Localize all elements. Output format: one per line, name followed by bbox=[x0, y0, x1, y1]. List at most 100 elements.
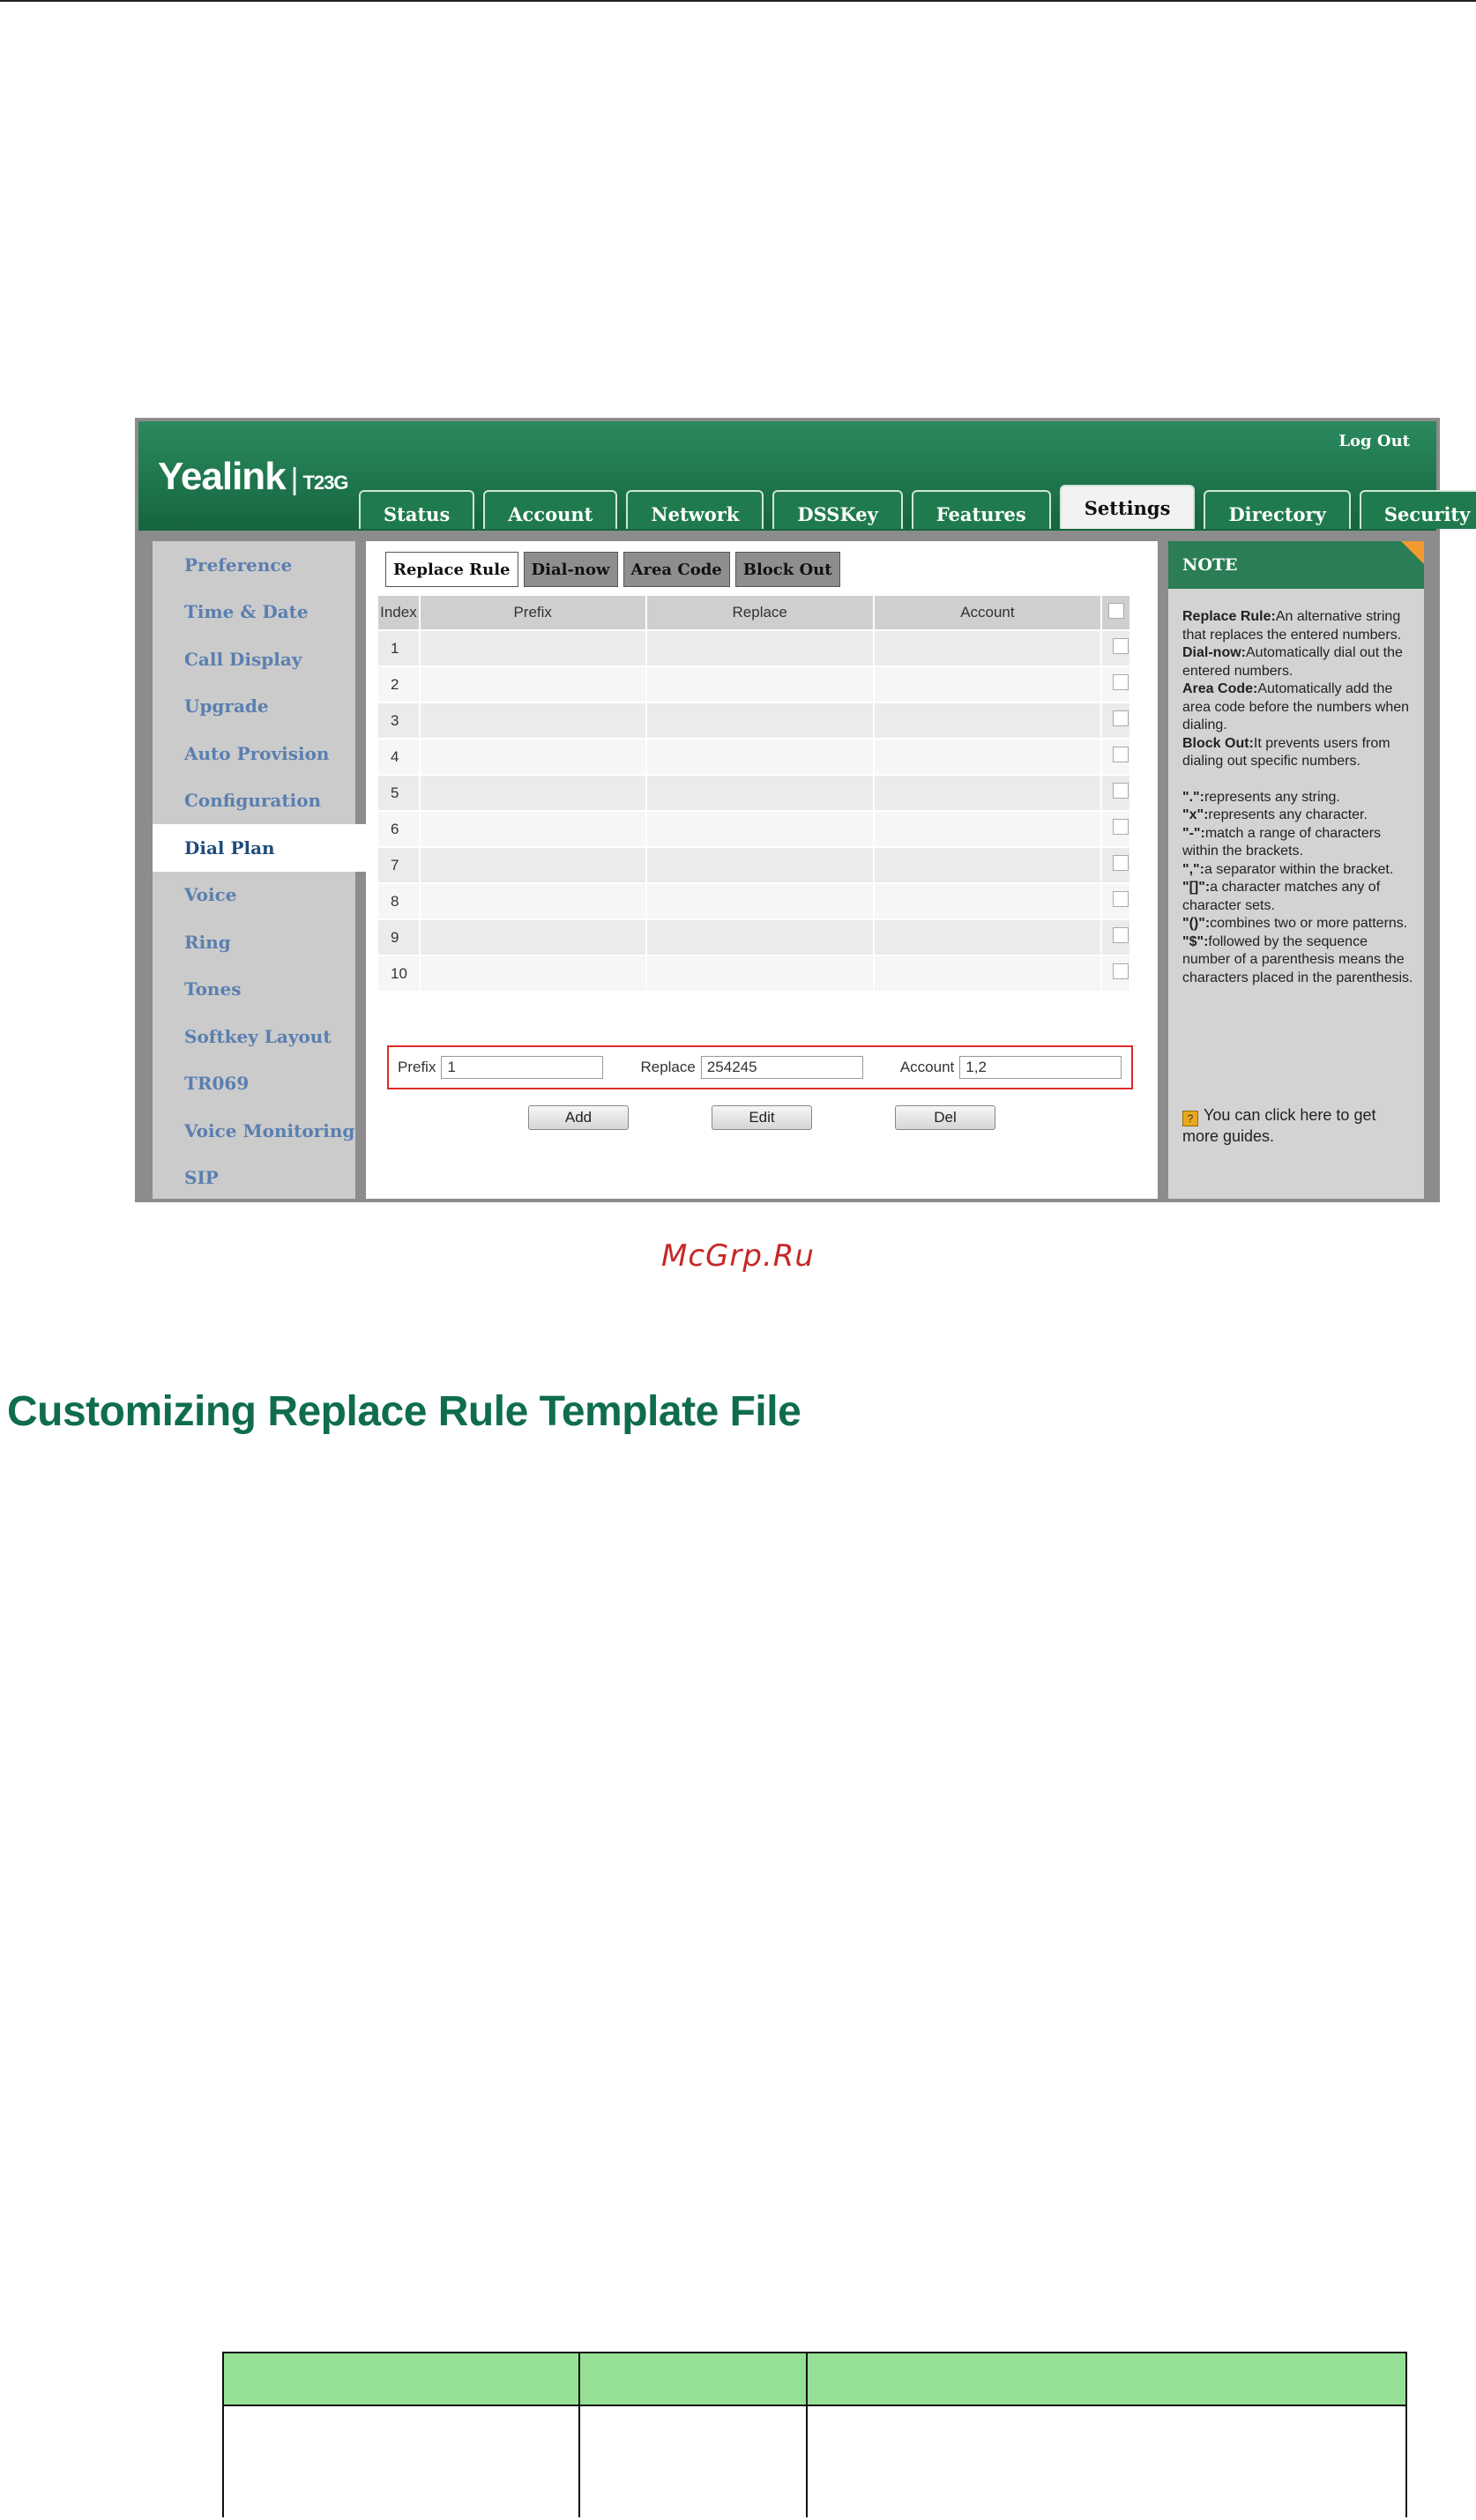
row-replace bbox=[645, 665, 875, 702]
add-button[interactable]: Add bbox=[528, 1105, 629, 1130]
row-account bbox=[873, 665, 1103, 702]
prefix-label: Prefix bbox=[398, 1059, 436, 1075]
row-checkbox[interactable] bbox=[1113, 783, 1129, 799]
row-replace bbox=[645, 629, 875, 666]
row-prefix bbox=[419, 774, 647, 811]
sidebar-item-voice[interactable]: Voice bbox=[153, 872, 355, 919]
sidebar-item-configuration[interactable]: Configuration bbox=[153, 777, 355, 825]
tab-security[interactable]: Security bbox=[1359, 490, 1476, 529]
note-term: Dial-now: bbox=[1182, 645, 1246, 660]
row-account bbox=[873, 629, 1103, 666]
sidebar-item-preference[interactable]: Preference bbox=[153, 541, 355, 589]
row-replace bbox=[645, 955, 875, 991]
bottom-table-cell bbox=[578, 2405, 808, 2517]
row-prefix bbox=[419, 955, 647, 991]
row-select bbox=[1101, 846, 1131, 883]
logo-text: Yealink bbox=[158, 455, 287, 498]
row-select bbox=[1101, 810, 1131, 847]
note-item: Area Code:Automatically add the area cod… bbox=[1182, 680, 1417, 735]
logo-separator: | bbox=[290, 463, 299, 496]
tab-directory[interactable]: Directory bbox=[1204, 490, 1351, 529]
note-spacer bbox=[1182, 771, 1417, 789]
account-label: Account bbox=[899, 1059, 955, 1075]
table-row: 8 bbox=[378, 882, 1131, 919]
yealink-logo: Yealink | T23G bbox=[158, 455, 349, 499]
note-title: NOTE bbox=[1182, 555, 1238, 575]
row-replace bbox=[645, 918, 875, 955]
tab-status[interactable]: Status bbox=[359, 490, 475, 529]
sidebar-item-sip[interactable]: SIP bbox=[153, 1155, 355, 1202]
row-account bbox=[873, 702, 1103, 739]
row-checkbox[interactable] bbox=[1113, 855, 1129, 871]
row-replace bbox=[645, 702, 875, 739]
note-corner-icon bbox=[1401, 541, 1424, 564]
sidebar-item-dial-plan[interactable]: Dial Plan bbox=[153, 824, 371, 872]
row-checkbox[interactable] bbox=[1113, 963, 1129, 979]
row-checkbox[interactable] bbox=[1113, 819, 1129, 835]
row-prefix bbox=[419, 665, 647, 702]
subtab-replace-rule[interactable]: Replace Rule bbox=[385, 552, 518, 587]
sidebar-item-voice-monitoring[interactable]: Voice Monitoring bbox=[153, 1107, 355, 1155]
row-checkbox[interactable] bbox=[1113, 674, 1129, 690]
note-body: Replace Rule:An alternative string that … bbox=[1182, 608, 1417, 987]
col-replace: Replace bbox=[645, 596, 875, 630]
note-item: "-":match a range of characters within t… bbox=[1182, 825, 1417, 861]
web-ui-screenshot: Yealink | T23G Log Out Status Account Networ… bbox=[135, 418, 1476, 1202]
col-select-all[interactable] bbox=[1101, 596, 1131, 630]
row-select bbox=[1101, 882, 1131, 919]
sidebar-item-ring[interactable]: Ring bbox=[153, 918, 355, 966]
row-select bbox=[1101, 702, 1131, 739]
account-input[interactable]: 1,2 bbox=[959, 1056, 1122, 1079]
sidebar-item-time-date[interactable]: Time & Date bbox=[153, 589, 355, 636]
help-icon: ? bbox=[1182, 1111, 1198, 1126]
row-prefix bbox=[419, 629, 647, 666]
row-checkbox[interactable] bbox=[1113, 927, 1129, 943]
row-select bbox=[1101, 665, 1131, 702]
note-term: "x": bbox=[1182, 807, 1209, 822]
prefix-input[interactable]: 1 bbox=[441, 1056, 604, 1079]
note-term: "-": bbox=[1182, 825, 1205, 841]
note-term: Area Code: bbox=[1182, 681, 1258, 696]
tab-account[interactable]: Account bbox=[483, 490, 618, 529]
subtab-area-code[interactable]: Area Code bbox=[622, 552, 730, 587]
replace-input[interactable]: 254245 bbox=[700, 1056, 863, 1079]
col-prefix: Prefix bbox=[419, 596, 647, 630]
table-row: 5 bbox=[378, 774, 1131, 811]
row-prefix bbox=[419, 738, 647, 775]
row-checkbox[interactable] bbox=[1113, 891, 1129, 907]
bottom-table-header-cell bbox=[222, 2352, 580, 2406]
sidebar-item-tr069[interactable]: TR069 bbox=[153, 1060, 355, 1108]
table-row: 1 bbox=[378, 629, 1131, 666]
guide-link[interactable]: ? You can click here to get more guides. bbox=[1182, 1105, 1413, 1147]
row-checkbox[interactable] bbox=[1113, 710, 1129, 726]
note-header: NOTE bbox=[1168, 541, 1424, 589]
del-button[interactable]: Del bbox=[895, 1105, 995, 1130]
row-checkbox[interactable] bbox=[1113, 747, 1129, 762]
row-index: 2 bbox=[378, 665, 421, 702]
sidebar-item-auto-provision[interactable]: Auto Provision bbox=[153, 730, 355, 777]
replace-label: Replace bbox=[640, 1059, 696, 1075]
row-account bbox=[873, 918, 1103, 955]
logout-link[interactable]: Log Out bbox=[1338, 432, 1410, 450]
header-bar: Yealink | T23G Log Out Status Account Networ… bbox=[138, 421, 1476, 531]
subtab-block-out[interactable]: Block Out bbox=[734, 552, 840, 587]
select-all-checkbox[interactable] bbox=[1107, 602, 1124, 619]
note-term: ",": bbox=[1182, 861, 1204, 877]
row-select bbox=[1101, 629, 1131, 666]
row-checkbox[interactable] bbox=[1113, 638, 1129, 654]
tab-dsskey[interactable]: DSSKey bbox=[772, 490, 903, 529]
tab-features[interactable]: Features bbox=[911, 490, 1051, 529]
tab-network[interactable]: Network bbox=[626, 490, 764, 529]
rule-input-row: Prefix 1 Replace 254245 Account 1,2 bbox=[387, 1045, 1133, 1089]
edit-button[interactable]: Edit bbox=[712, 1105, 812, 1130]
row-account bbox=[873, 955, 1103, 991]
tab-settings[interactable]: Settings bbox=[1059, 485, 1196, 529]
sidebar-item-tones[interactable]: Tones bbox=[153, 966, 355, 1014]
sidebar-item-upgrade[interactable]: Upgrade bbox=[153, 683, 355, 731]
sidebar-item-call-display[interactable]: Call Display bbox=[153, 636, 355, 683]
note-item: ".":represents any string. bbox=[1182, 789, 1417, 807]
watermark: McGrp.Ru bbox=[661, 1238, 815, 1274]
sidebar-item-softkey-layout[interactable]: Softkey Layout bbox=[153, 1013, 355, 1060]
note-text: followed by the sequence number of a par… bbox=[1182, 933, 1413, 985]
subtab-dial-now[interactable]: Dial-now bbox=[523, 552, 618, 587]
